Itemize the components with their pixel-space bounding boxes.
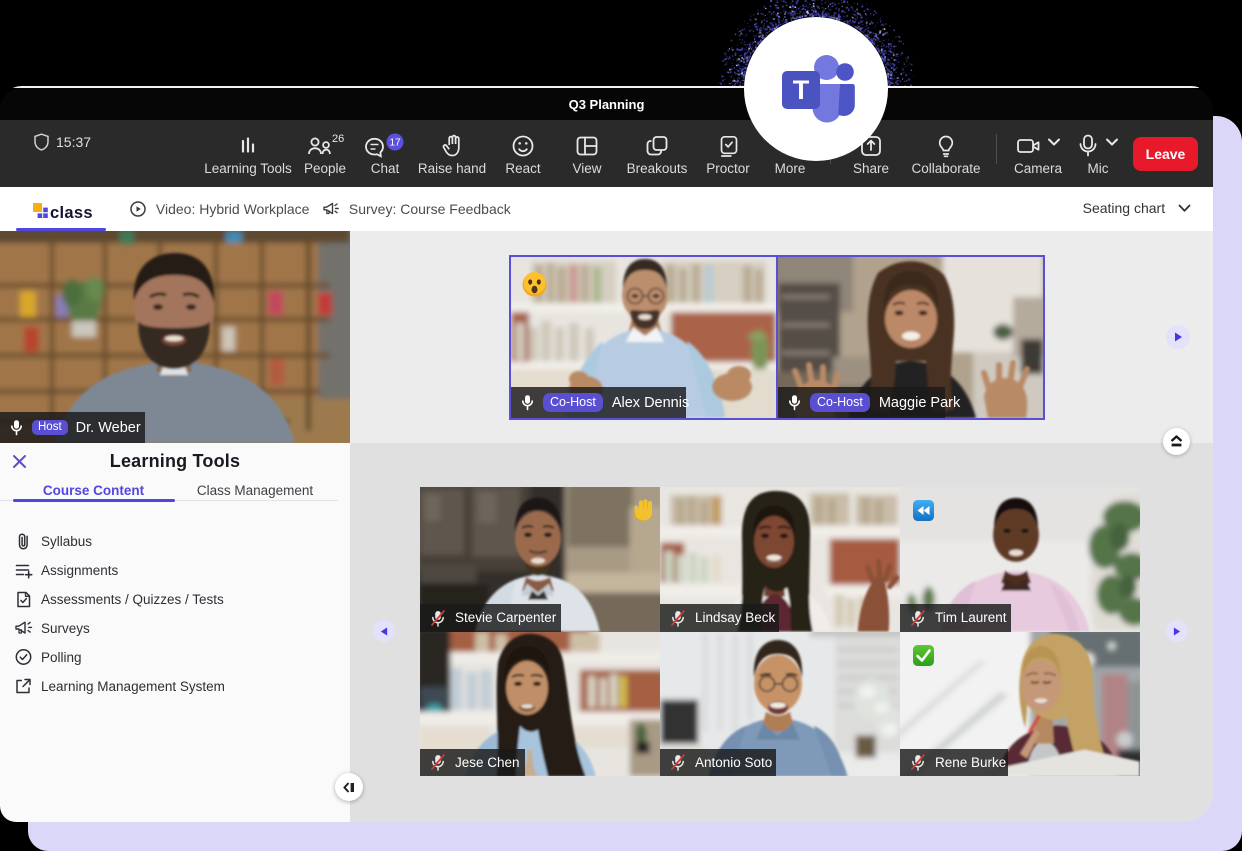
svg-text:26: 26 [332, 133, 344, 145]
svg-text:17: 17 [389, 138, 401, 149]
svg-text:class: class [50, 204, 93, 221]
svg-text:T: T [793, 75, 810, 105]
